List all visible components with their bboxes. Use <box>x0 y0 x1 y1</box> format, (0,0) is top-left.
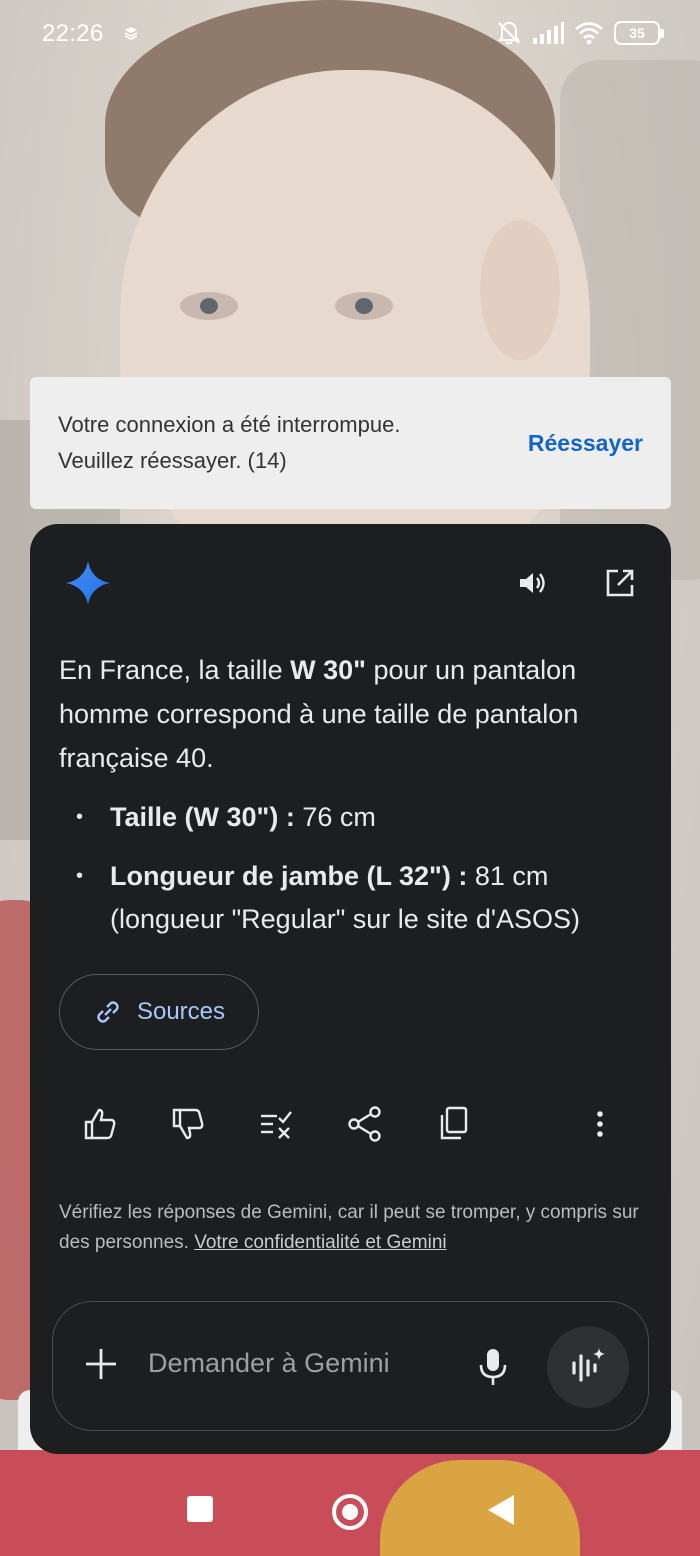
speaker-icon[interactable] <box>516 567 548 599</box>
share-icon[interactable] <box>345 1104 385 1144</box>
answer-bullet-list: Taille (W 30") : 76 cm Longueur de jambe… <box>76 796 636 957</box>
link-icon <box>97 1001 119 1023</box>
navigation-bar <box>0 1468 700 1556</box>
cell-signal-icon <box>533 22 564 44</box>
copy-icon[interactable] <box>434 1104 474 1144</box>
list-item: Taille (W 30") : 76 cm <box>76 796 636 839</box>
sources-label: Sources <box>136 998 226 1025</box>
connection-error-snackbar: Votre connexion a été interrompue. Veuil… <box>30 377 671 509</box>
more-options-icon[interactable] <box>580 1104 620 1144</box>
response-actions <box>80 1104 620 1144</box>
list-item: Longueur de jambe (L 32") : 81 cm (longu… <box>76 855 636 941</box>
status-time: 22:26 <box>42 20 104 47</box>
privacy-link[interactable]: Votre confidentialité et Gemini <box>194 1232 446 1253</box>
open-external-icon[interactable] <box>604 567 636 599</box>
snackbar-message: Votre connexion a été interrompue. Veuil… <box>58 412 401 473</box>
gemini-star-icon <box>66 561 110 605</box>
prompt-input-bar[interactable]: Demander à Gemini <box>52 1301 649 1431</box>
stack-notification-icon <box>124 27 138 40</box>
gemini-response-card: En France, la taille W 30" pour un panta… <box>30 524 671 1454</box>
recents-button[interactable] <box>186 1492 214 1528</box>
answer-text: En France, la taille W 30" pour un panta… <box>59 655 579 773</box>
status-bar: 22:26 35 <box>0 0 700 68</box>
bell-muted-icon <box>498 21 520 45</box>
wifi-icon <box>575 22 603 45</box>
modify-response-icon[interactable] <box>257 1104 297 1144</box>
microphone-icon[interactable] <box>476 1347 510 1387</box>
add-icon[interactable] <box>83 1346 119 1382</box>
thumbs-up-icon[interactable] <box>80 1104 120 1144</box>
disclaimer-text: Vérifiez les réponses de Gemini, car il … <box>59 1202 639 1253</box>
sources-button[interactable]: Sources <box>59 974 259 1050</box>
prompt-input[interactable]: Demander à Gemini <box>148 1348 390 1379</box>
home-button[interactable] <box>330 1492 370 1532</box>
thumbs-down-icon[interactable] <box>168 1104 208 1144</box>
gemini-live-button[interactable] <box>547 1326 629 1408</box>
live-waveform-icon <box>572 1348 605 1382</box>
back-button[interactable] <box>486 1492 516 1528</box>
battery-indicator: 35 <box>614 21 664 45</box>
retry-button[interactable]: Réessayer <box>528 430 643 457</box>
